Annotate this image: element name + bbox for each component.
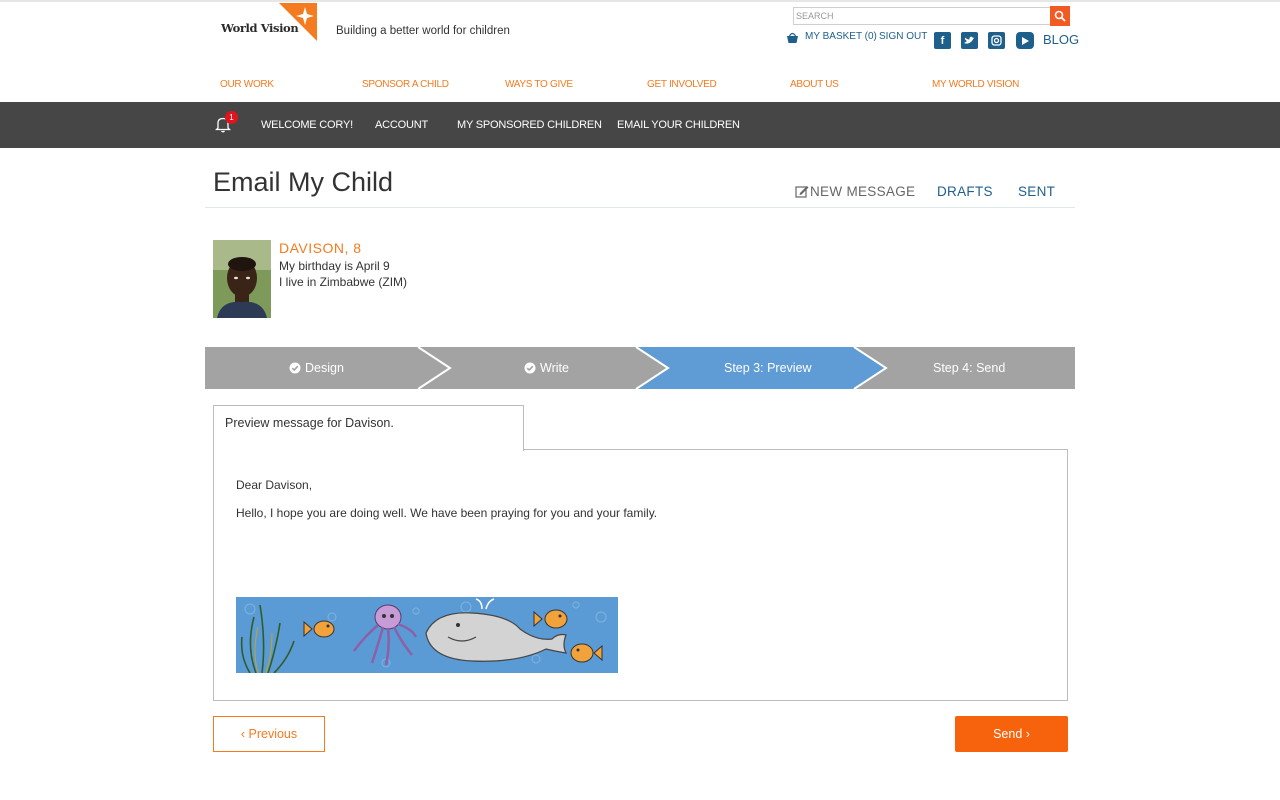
tab-sent[interactable]: SENT [1018, 184, 1055, 199]
preview-tab-label: Preview message for Davison. [225, 416, 394, 430]
previous-button[interactable]: ‹ Previous [213, 716, 325, 752]
search-icon [1054, 10, 1066, 22]
message-greeting: Dear Davison, [236, 478, 313, 492]
stationery-image [236, 597, 618, 673]
blog-link[interactable]: BLOG [1043, 32, 1079, 47]
step-preview: Step 3: Preview [724, 361, 812, 375]
check-circle-icon [524, 362, 536, 374]
step-write[interactable]: Write [524, 361, 569, 375]
twitter-icon[interactable] [961, 32, 978, 49]
check-circle-icon [289, 362, 301, 374]
tab-join [214, 448, 523, 451]
search-button[interactable] [1050, 6, 1070, 26]
world-vision-logo[interactable]: World Vision [221, 3, 317, 43]
nav-sponsor-a-child[interactable]: SPONSOR A CHILD [362, 79, 449, 90]
search-input[interactable]: SEARCH [793, 7, 1051, 25]
facebook-icon[interactable]: f [934, 32, 951, 49]
compose-icon [795, 186, 809, 198]
step-design[interactable]: Design [289, 361, 344, 375]
tab-drafts[interactable]: DRAFTS [937, 184, 993, 199]
message-body: Hello, I hope you are doing well. We hav… [236, 506, 658, 520]
tagline: Building a better world for children [336, 25, 510, 37]
instagram-icon[interactable] [988, 32, 1005, 49]
child-name: DAVISON, 8 [279, 240, 362, 256]
email-your-children-link[interactable]: EMAIL YOUR CHILDREN [617, 119, 740, 131]
tab-new-message[interactable]: NEW MESSAGE [795, 184, 915, 199]
welcome-link[interactable]: WELCOME CORY! [261, 119, 353, 131]
tab-new-message-label: NEW MESSAGE [810, 184, 916, 199]
youtube-icon[interactable] [1016, 32, 1034, 49]
account-link[interactable]: ACCOUNT [375, 119, 428, 131]
page-title: Email My Child [213, 167, 394, 197]
nav-ways-to-give[interactable]: WAYS TO GIVE [505, 79, 573, 90]
nav-get-involved[interactable]: GET INVOLVED [647, 79, 717, 90]
logo-star-icon [279, 3, 317, 41]
nav-our-work[interactable]: OUR WORK [220, 79, 274, 90]
nav-my-world-vision[interactable]: MY WORLD VISION [932, 79, 1019, 90]
nav-about-us[interactable]: ABOUT US [790, 79, 839, 90]
child-birthday: My birthday is April 9 [279, 259, 390, 273]
basket-icon[interactable] [785, 31, 800, 45]
child-location: I live in Zimbabwe (ZIM) [279, 275, 408, 289]
send-button[interactable]: Send › [955, 716, 1068, 752]
my-sponsored-children-link[interactable]: MY SPONSORED CHILDREN [457, 119, 602, 131]
notification-badge: 1 [225, 111, 238, 124]
preview-tab: Preview message for Davison. [213, 405, 524, 451]
top-border [0, 0, 1280, 2]
step-send: Step 4: Send [933, 361, 1006, 375]
child-photo [213, 240, 271, 318]
my-basket-link[interactable]: MY BASKET (0) [805, 31, 877, 42]
title-divider [205, 207, 1075, 208]
step-write-label: Write [540, 361, 569, 375]
step-design-label: Design [305, 361, 344, 375]
sign-out-link[interactable]: SIGN OUT [879, 31, 927, 42]
